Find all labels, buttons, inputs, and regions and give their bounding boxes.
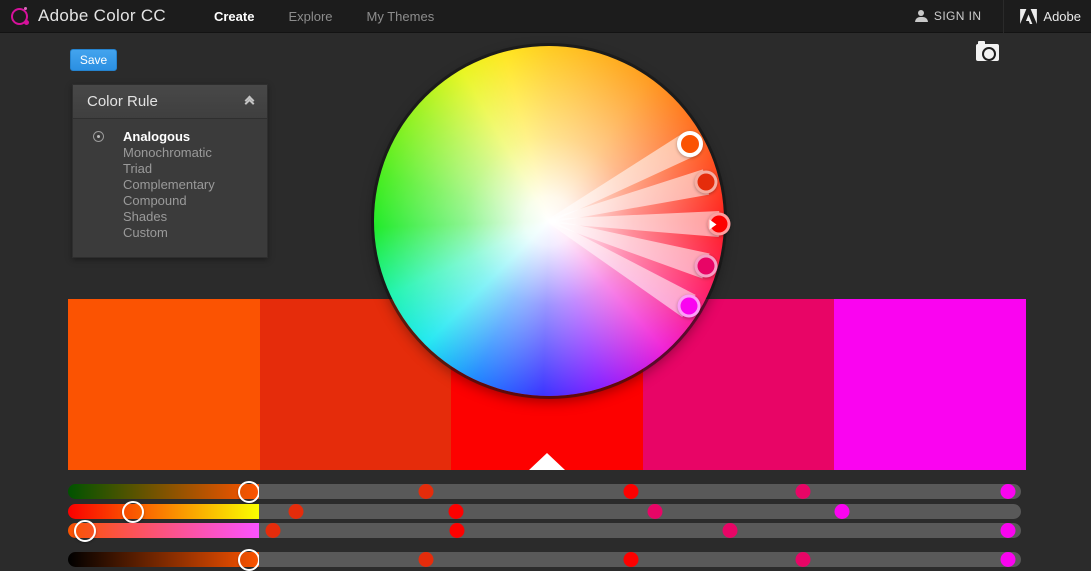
slider-handle[interactable] xyxy=(448,504,464,519)
base-marker-arrow-icon xyxy=(709,219,717,229)
adobe-link[interactable]: Adobe xyxy=(1003,0,1081,33)
color-rule-header[interactable]: Color Rule xyxy=(73,85,267,119)
sign-in-button[interactable]: SIGN IN xyxy=(914,9,982,23)
slider-row-brightness xyxy=(68,548,1021,571)
adobe-color-app: Adobe Color CC Create Explore My Themes … xyxy=(0,0,1091,571)
slider-handle[interactable] xyxy=(418,552,434,567)
wheel-marker-5[interactable] xyxy=(677,294,701,318)
adobe-label: Adobe xyxy=(1043,8,1081,24)
base-color-pointer-icon xyxy=(529,453,565,470)
sign-in-label: SIGN IN xyxy=(933,9,982,23)
blue-slider-col4[interactable] xyxy=(639,523,831,538)
slider-handle[interactable] xyxy=(1000,552,1016,567)
swatch-5[interactable] xyxy=(834,299,1026,470)
slider-handle[interactable] xyxy=(1000,523,1016,538)
nav-tabs: Create Explore My Themes xyxy=(197,0,451,33)
slider-handle[interactable] xyxy=(722,523,738,538)
green-slider-col2[interactable] xyxy=(258,504,450,519)
red-slider-col5[interactable] xyxy=(830,484,1021,499)
double-chevron-up-icon[interactable] xyxy=(244,95,255,108)
slider-handle[interactable] xyxy=(623,484,639,499)
green-slider-col5[interactable] xyxy=(830,504,1021,519)
rule-item-shades[interactable]: Shades xyxy=(73,209,267,225)
person-icon xyxy=(914,10,928,22)
color-rule-panel: Color Rule Analogous Monochromatic Triad… xyxy=(72,84,268,258)
brightness-slider-col2[interactable] xyxy=(258,552,450,567)
swatch-1[interactable] xyxy=(68,299,260,470)
rule-item-compound[interactable]: Compound xyxy=(73,193,267,209)
green-slider-col1[interactable] xyxy=(68,500,259,523)
slider-handle[interactable] xyxy=(1000,484,1016,499)
slider-handle[interactable] xyxy=(647,504,663,519)
brightness-slider-col5[interactable] xyxy=(830,552,1021,567)
color-rule-title: Color Rule xyxy=(87,93,158,110)
tab-explore[interactable]: Explore xyxy=(271,0,349,33)
rule-item-monochromatic[interactable]: Monochromatic xyxy=(73,145,267,161)
rule-item-label: Triad xyxy=(123,161,153,176)
color-wheel[interactable] xyxy=(374,46,724,396)
red-slider-col4[interactable] xyxy=(639,484,831,499)
brightness-slider-col3[interactable] xyxy=(449,552,640,567)
wheel-marker-4[interactable] xyxy=(694,254,718,278)
blue-slider-col2[interactable] xyxy=(258,523,450,538)
brand-name: Adobe Color CC xyxy=(38,6,166,25)
brightness-slider-col1[interactable] xyxy=(68,548,261,571)
wheel-marker-1[interactable] xyxy=(677,131,703,157)
red-slider-col1[interactable] xyxy=(68,480,261,503)
rule-item-triad[interactable]: Triad xyxy=(73,161,267,177)
slider-handle[interactable] xyxy=(795,552,811,567)
slider-handle[interactable] xyxy=(121,500,144,523)
slider-handle[interactable] xyxy=(834,504,850,519)
slider-handle[interactable] xyxy=(449,523,465,538)
rule-item-analogous[interactable]: Analogous xyxy=(73,129,267,145)
rule-item-custom[interactable]: Custom xyxy=(73,225,267,241)
color-rule-list: Analogous Monochromatic Triad Complement… xyxy=(73,119,267,241)
rule-item-complementary[interactable]: Complementary xyxy=(73,177,267,193)
red-slider-col3[interactable] xyxy=(449,484,640,499)
tab-create[interactable]: Create xyxy=(197,0,271,33)
green-slider-col4[interactable] xyxy=(639,504,831,519)
wheel-marker-3-base[interactable] xyxy=(707,212,731,236)
red-slider-col2[interactable] xyxy=(258,484,450,499)
blue-slider-col3[interactable] xyxy=(449,523,640,538)
slider-handle[interactable] xyxy=(288,504,304,519)
rule-item-label: Compound xyxy=(123,193,187,208)
camera-icon[interactable] xyxy=(976,41,999,61)
rule-item-label: Analogous xyxy=(123,129,191,144)
radio-selected-icon xyxy=(93,131,104,142)
save-button[interactable]: Save xyxy=(70,49,117,71)
slider-row-red xyxy=(68,480,1021,503)
slider-handle[interactable] xyxy=(418,484,434,499)
slider-row-blue xyxy=(68,519,1021,542)
color-cc-logo-icon xyxy=(11,6,29,25)
slider-row-green xyxy=(68,500,1021,523)
tab-my-themes[interactable]: My Themes xyxy=(350,0,452,33)
slider-handle[interactable] xyxy=(265,523,281,538)
blue-slider-col5[interactable] xyxy=(830,523,1021,538)
rule-item-label: Complementary xyxy=(123,177,215,192)
green-slider-col3[interactable] xyxy=(448,504,640,519)
slider-handle[interactable] xyxy=(238,548,261,571)
rule-item-label: Custom xyxy=(123,225,168,240)
rule-item-label: Monochromatic xyxy=(123,145,212,160)
nav-right: SIGN IN Adobe xyxy=(914,0,1091,33)
slider-handle[interactable] xyxy=(795,484,811,499)
brightness-slider-col4[interactable] xyxy=(639,552,831,567)
wheel-marker-2[interactable] xyxy=(694,170,718,194)
blue-slider-col1[interactable] xyxy=(68,519,259,542)
slider-handle[interactable] xyxy=(238,480,261,503)
slider-handle[interactable] xyxy=(74,519,97,542)
adobe-logo-icon xyxy=(1020,8,1038,24)
top-nav: Adobe Color CC Create Explore My Themes … xyxy=(0,0,1091,33)
rule-item-label: Shades xyxy=(123,209,168,224)
slider-handle[interactable] xyxy=(623,552,639,567)
